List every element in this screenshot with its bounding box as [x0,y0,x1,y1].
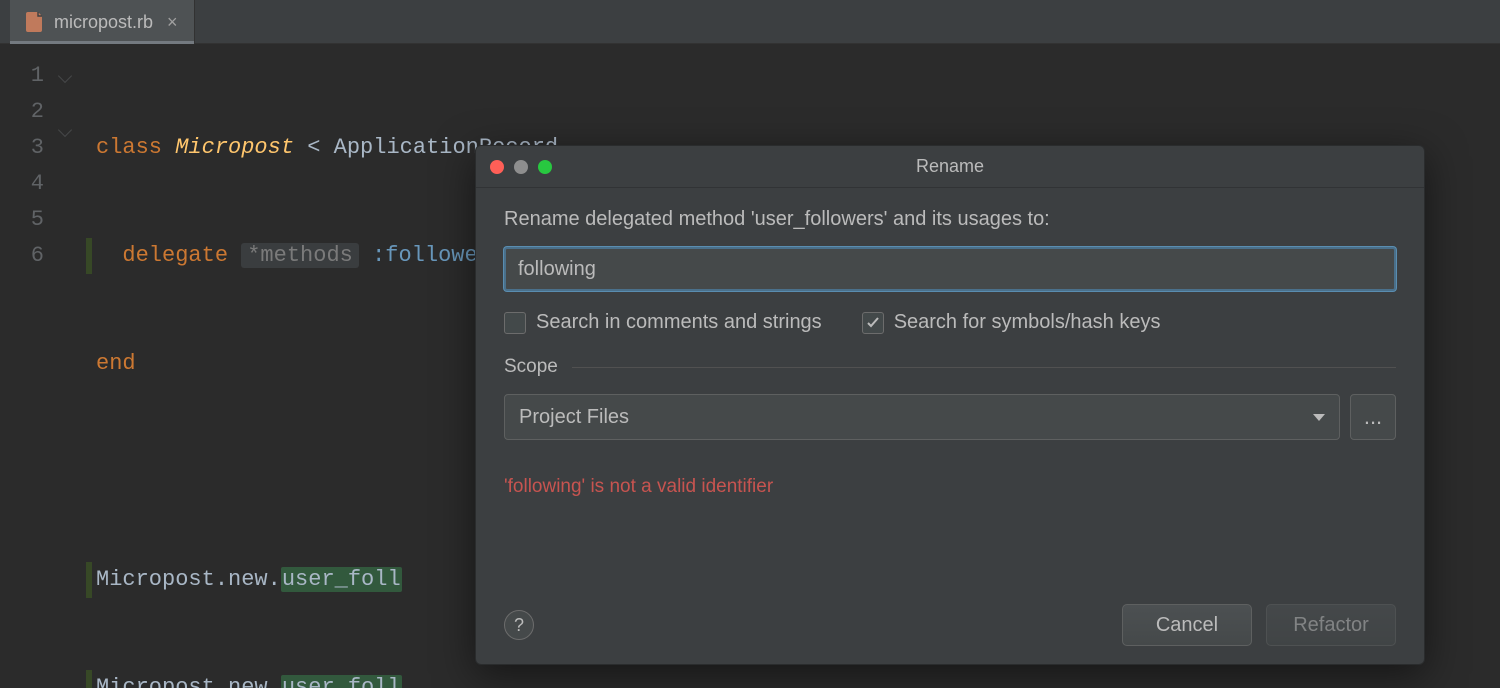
kw-end: end [96,351,136,376]
code-line: Micropost.new.user_foll [86,670,1500,688]
dialog-footer: ? Cancel Refactor [504,604,1396,646]
scope-select[interactable]: Project Files [504,394,1340,440]
divider [572,367,1396,368]
cancel-button[interactable]: Cancel [1122,604,1252,646]
const-micropost: Micropost [96,567,215,592]
tab-close-icon[interactable]: × [167,12,178,33]
line-number: 1 [0,58,44,94]
checkbox-box [504,312,526,334]
class-name: Micropost [175,135,294,160]
line-number: 3 [0,130,44,166]
line-number: 6 [0,238,44,274]
rename-prompt: Rename delegated method 'user_followers'… [504,208,1396,231]
op-lt: < [307,135,320,160]
gutter: 1 2 3 4 5 6 [0,44,86,688]
scope-select-row: Project Files ... [504,394,1396,440]
checkbox-label: Search in comments and strings [536,311,822,334]
file-tab-label: micropost.rb [54,12,153,33]
traffic-lights [490,160,552,174]
scope-section: Scope [504,356,1396,378]
const-micropost: Micropost [96,675,215,688]
file-tab[interactable]: micropost.rb × [10,0,195,44]
call-user-followers: user_foll [281,567,402,592]
rename-dialog: Rename Rename delegated method 'user_fol… [475,145,1425,665]
ruby-file-icon [26,12,44,32]
kw-class: class [96,135,162,160]
kw-delegate: delegate [122,243,228,268]
refactor-button[interactable]: Refactor [1266,604,1396,646]
checkbox-row: Search in comments and strings Search fo… [504,311,1396,334]
checkbox-label: Search for symbols/hash keys [894,311,1161,334]
line-number: 5 [0,202,44,238]
dialog-body: Rename delegated method 'user_followers'… [476,188,1424,664]
tab-bar: micropost.rb × [0,0,1500,44]
line-number: 2 [0,94,44,130]
scope-label: Scope [504,356,558,378]
checkbox-box-checked [862,312,884,334]
call-user-followers: user_foll [281,675,402,688]
rename-input[interactable] [504,247,1396,291]
fold-marker-icon[interactable] [58,69,72,83]
zoom-window-icon[interactable] [538,160,552,174]
checkbox-search-comments[interactable]: Search in comments and strings [504,311,822,334]
help-button[interactable]: ? [504,610,534,640]
scope-browse-button[interactable]: ... [1350,394,1396,440]
checkbox-search-symbols[interactable]: Search for symbols/hash keys [862,311,1161,334]
dialog-title: Rename [476,156,1424,177]
validation-error: 'following' is not a valid identifier [504,476,1396,498]
button-row: Cancel Refactor [1122,604,1396,646]
line-number: 4 [0,166,44,202]
close-window-icon[interactable] [490,160,504,174]
minimize-window-icon[interactable] [514,160,528,174]
param-hint: *methods [241,243,359,268]
fold-column [44,58,86,688]
scope-value: Project Files [519,406,629,429]
dialog-titlebar[interactable]: Rename [476,146,1424,188]
line-numbers: 1 2 3 4 5 6 [0,58,44,688]
chevron-down-icon [1313,414,1325,421]
fold-marker-icon[interactable] [58,123,72,137]
